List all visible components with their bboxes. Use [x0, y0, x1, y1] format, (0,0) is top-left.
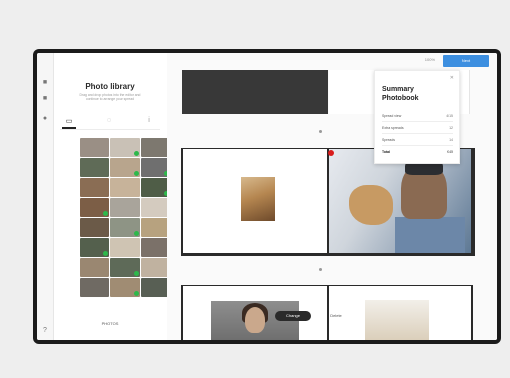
layout-rail-icon[interactable]: ■	[41, 95, 49, 103]
photo-thumb[interactable]	[80, 178, 110, 197]
summary-panel: ✕ Summary Photobook Spread view 4/15 Ext…	[374, 70, 460, 164]
photo-thumb[interactable]	[140, 218, 170, 237]
photo-thumb[interactable]	[110, 138, 140, 157]
zoom-label[interactable]: 100%	[425, 57, 435, 62]
photo-thumb[interactable]	[140, 178, 170, 197]
next-button[interactable]: Next	[443, 55, 489, 67]
check-icon	[103, 211, 109, 216]
check-icon	[133, 231, 139, 236]
summary-total-value: €45	[447, 150, 453, 154]
spread-right-page[interactable]	[329, 149, 471, 253]
summary-row: Spreads 14	[382, 137, 453, 146]
check-icon	[133, 291, 139, 296]
photo-thumb[interactable]	[110, 278, 140, 297]
photo-thumb[interactable]	[110, 238, 140, 257]
photo-grid	[80, 138, 170, 308]
photo-thumb[interactable]	[140, 278, 170, 297]
library-footer: PHOTOS	[101, 321, 119, 326]
library-title: Photo library	[85, 82, 135, 91]
photo-thumb[interactable]	[80, 138, 110, 157]
spread[interactable]	[181, 148, 475, 256]
photo-thumb[interactable]	[80, 258, 110, 277]
help-rail-icon[interactable]: ?	[41, 327, 49, 335]
summary-title: Summary Photobook	[382, 85, 419, 103]
page-photo-shirt	[395, 217, 465, 253]
cover-page[interactable]	[182, 70, 328, 114]
page-photo-dog	[349, 185, 393, 225]
check-icon	[133, 271, 139, 276]
photo-thumb[interactable]	[80, 238, 110, 257]
summary-title-text: Summary Photobook	[382, 86, 419, 102]
library-subtitle: Drag and drop photos into the editor and…	[79, 93, 141, 101]
photo-thumb[interactable]	[80, 278, 110, 297]
photo-thumb[interactable]	[110, 218, 140, 237]
summary-row-value: 4/15	[446, 114, 453, 118]
marker-icon[interactable]	[328, 150, 334, 156]
summary-row-value: 12	[449, 126, 453, 130]
change-button[interactable]: Change	[275, 311, 311, 321]
delete-button[interactable]: Delete	[321, 311, 351, 321]
settings-rail-icon[interactable]: ●	[41, 115, 49, 123]
spread-divider-icon[interactable]	[319, 130, 322, 133]
settings-icon[interactable]: ◌	[102, 117, 116, 127]
photo-thumb[interactable]	[80, 158, 110, 177]
photo-thumb[interactable]	[140, 238, 170, 257]
photo-thumb[interactable]	[140, 258, 170, 277]
library-tabs: ▭ ◌ i	[60, 115, 160, 130]
computer-icon[interactable]: ▭	[62, 117, 76, 129]
photo-thumb[interactable]	[110, 198, 140, 217]
photo-library-panel: Photo library Drag and drop photos into …	[54, 53, 177, 340]
check-icon	[103, 251, 109, 256]
summary-total-label: Total	[382, 150, 391, 154]
portrait-head	[245, 307, 265, 333]
photo-thumb[interactable]	[110, 178, 140, 197]
summary-row-label: Extra spreads	[382, 126, 404, 130]
close-icon[interactable]: ✕	[450, 75, 454, 81]
info-icon[interactable]: i	[142, 117, 156, 127]
summary-row: Extra spreads 12	[382, 125, 453, 134]
photo-thumb[interactable]	[140, 138, 170, 157]
spread-divider-icon[interactable]	[319, 268, 322, 271]
summary-row-value: 14	[449, 138, 453, 142]
photo-thumb[interactable]	[140, 158, 170, 177]
page-photo[interactable]	[241, 177, 275, 221]
photos-rail-icon[interactable]: ■	[41, 79, 49, 87]
left-rail: ■ ■ ● ?	[37, 53, 54, 340]
photo-thumb[interactable]	[140, 198, 170, 217]
check-icon	[133, 151, 139, 156]
summary-row-label: Spreads	[382, 138, 396, 142]
spread-left-page[interactable]	[183, 149, 327, 253]
photo-thumb[interactable]	[110, 258, 140, 277]
check-icon	[133, 171, 139, 176]
summary-total-row: Total €45	[382, 149, 453, 157]
photo-thumb[interactable]	[80, 218, 110, 237]
photo-thumb[interactable]	[80, 198, 110, 217]
page-photo[interactable]	[365, 300, 429, 340]
summary-row: Spread view 4/15	[382, 113, 453, 122]
photo-thumb[interactable]	[110, 158, 140, 177]
summary-row-label: Spread view	[382, 114, 402, 118]
